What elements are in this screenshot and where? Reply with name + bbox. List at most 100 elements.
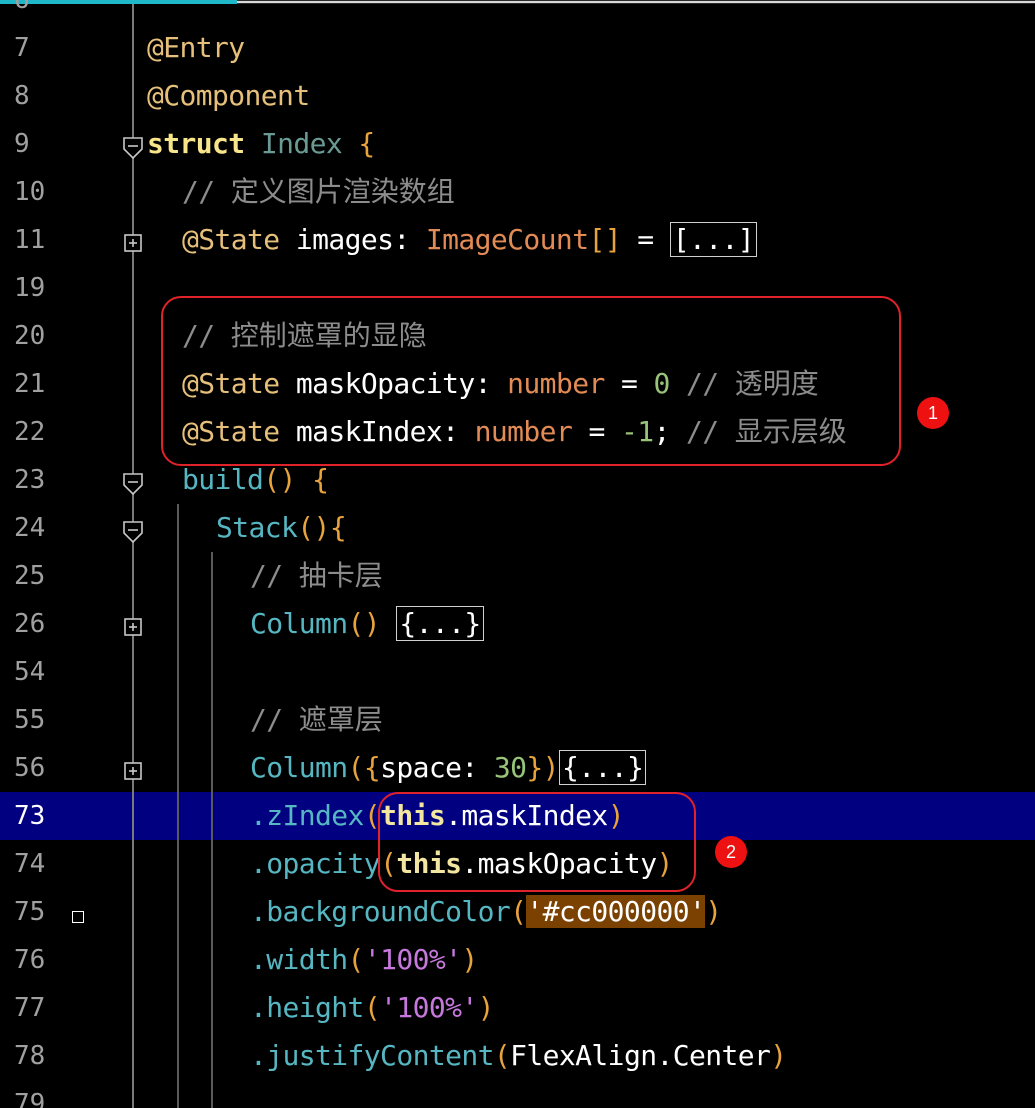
fold-expand-icon[interactable] [122,760,144,784]
code-token: @Entry [147,31,245,64]
fold-collapse-icon[interactable] [122,472,144,496]
code-token: ) [705,895,722,928]
code-token: 30 [493,751,527,784]
code-token: ImageCount [425,223,589,256]
code-line-partial-top: 6 [0,0,1035,24]
code-text[interactable]: @Component [147,72,310,120]
code-token: @Component [147,79,310,112]
line-number: 20 [14,321,46,351]
code-line[interactable]: 26 Column() {...} [0,600,1035,648]
code-token[interactable]: {...} [558,750,647,785]
code-line[interactable]: 78 .justifyContent(FlexAlign.Center) [0,1032,1035,1080]
code-text[interactable]: .justifyContent(FlexAlign.Center) [250,1032,787,1080]
line-number: 55 [14,705,46,735]
code-token: .height [250,991,364,1024]
line-number: 73 [14,801,46,831]
code-token: .backgroundColor [250,895,511,928]
line-number: 75 [14,897,46,927]
code-token: ( [363,991,381,1024]
code-token: // [182,175,231,208]
code-token: ) [477,991,495,1024]
fold-expand-icon[interactable] [122,232,144,256]
code-token: ) [542,751,560,784]
code-token: struct [147,127,261,160]
code-token: '100%' [363,943,462,976]
code-token: 定义图片渲染数组 [230,175,455,208]
code-token: = [620,223,670,256]
code-token: .zIndex [250,799,364,832]
line-number: 19 [14,273,46,303]
code-line[interactable]: 55 // 遮罩层 [0,696,1035,744]
line-number: 9 [14,129,30,159]
code-line[interactable]: 25 // 抽卡层 [0,552,1035,600]
code-token: ) [461,943,478,976]
line-number: 79 [14,1089,46,1108]
code-token: ) [770,1039,787,1072]
code-editor[interactable]: 6 79 7 @Entry 8 @Component 9 struct Index {10… [0,0,1035,1108]
code-text[interactable]: @State images: ImageCount[] = [...] [182,216,758,264]
line-number: 24 [14,513,46,543]
code-text[interactable]: .height('100%') [250,984,495,1032]
code-line[interactable]: 11 @State images: ImageCount[] = [...] [0,216,1035,264]
code-line[interactable]: 54 [0,648,1035,696]
line-number: 8 [14,81,30,111]
indent-guide [211,552,213,1108]
code-text[interactable]: struct Index { [147,120,375,168]
code-line[interactable]: 8 @Component [0,72,1035,120]
line-number: 54 [14,657,46,687]
code-token: .width [250,943,348,976]
code-text[interactable]: @Entry [147,24,245,72]
code-line[interactable]: 7 @Entry [0,24,1035,72]
code-token: Column [250,607,348,640]
code-token: Column [250,751,348,784]
code-token: ( [510,895,527,928]
code-token: ( [347,751,365,784]
code-token: Stack [216,511,298,544]
fold-expand-icon[interactable] [122,616,144,640]
annotation-box-1 [161,296,901,466]
fold-collapse-icon[interactable] [122,136,144,160]
code-line[interactable]: 24 Stack(){ [0,504,1035,552]
bookmark-icon[interactable] [72,911,84,923]
code-text[interactable]: Stack(){ [216,504,347,552]
code-line[interactable]: 56 Column({space: 30}) {...} [0,744,1035,792]
annotation-badge-1: 1 [917,397,949,429]
code-token: @State [182,223,296,256]
code-text[interactable]: .width('100%') [250,936,478,984]
code-text[interactable]: // 遮罩层 [250,696,383,744]
code-token: // [250,559,299,592]
code-line[interactable]: 76 .width('100%') [0,936,1035,984]
code-line[interactable]: 75 .backgroundColor('#cc000000') [0,888,1035,936]
code-text[interactable]: Column() {...} [250,600,484,648]
code-token: { [312,463,329,496]
code-token: '100%' [380,991,478,1024]
code-text[interactable]: Column({space: 30}) {...} [250,744,647,792]
code-token: .opacity [250,847,381,880]
code-text[interactable]: // 抽卡层 [250,552,383,600]
code-token: ( [347,943,365,976]
fold-gutter-line [132,4,134,1108]
code-token[interactable]: {...} [396,606,484,641]
indent-guide [177,504,179,1108]
code-text[interactable]: .backgroundColor('#cc000000') [250,888,722,936]
code-line[interactable]: 9 struct Index { [0,120,1035,168]
code-text[interactable]: // 定义图片渲染数组 [182,168,455,216]
code-line[interactable]: 77 .height('100%') [0,984,1035,1032]
code-token[interactable]: [...] [669,222,758,257]
code-line-partial-bottom: 79 [0,1080,1035,1108]
code-token: build [182,463,264,496]
code-token: { [358,127,375,160]
fold-collapse-icon[interactable] [122,520,144,544]
code-token: // [250,703,299,736]
code-line[interactable]: 10 // 定义图片渲染数组 [0,168,1035,216]
line-number: 23 [14,465,46,495]
annotation-box-2 [378,792,696,892]
line-number: 7 [14,33,30,63]
code-token: .justifyContent [250,1039,494,1072]
code-token: 遮罩层 [298,703,383,736]
annotation-badge-2: 2 [715,836,747,868]
line-number: 76 [14,945,46,975]
line-number: 11 [14,225,46,255]
line-number: 25 [14,561,46,591]
